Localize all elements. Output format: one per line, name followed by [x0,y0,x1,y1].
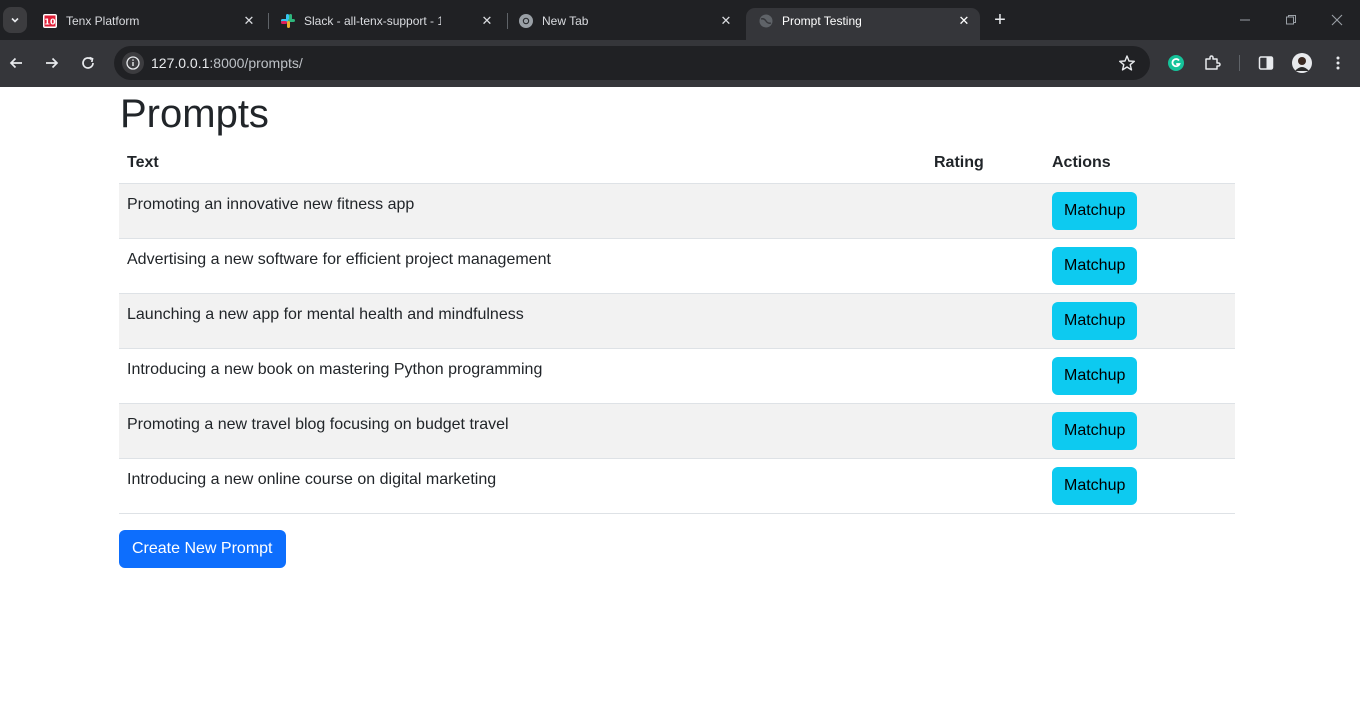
svg-text:10: 10 [44,18,56,27]
minimize-icon[interactable] [1233,8,1257,32]
globe-favicon [758,13,774,29]
table-row: Introducing a new online course on digit… [119,458,1235,514]
prompt-text-cell: Promoting an innovative new fitness app [119,183,926,239]
rating-cell [926,183,1044,239]
matchup-button[interactable]: Matchup [1052,356,1138,395]
matchup-button[interactable]: Matchup [1052,466,1138,505]
matchup-button[interactable]: Matchup [1052,301,1138,340]
page-content: Prompts Text Rating Actions Promoting an… [0,87,1360,718]
column-header-text: Text [119,144,926,184]
prompt-text-cell: Promoting a new travel blog focusing on … [119,403,926,459]
browser-tab-strip: 10 Tenx Platform ✕ Slack - all-tenx-supp… [0,0,1360,40]
column-header-actions: Actions [1044,144,1235,184]
window-close-icon[interactable] [1325,8,1349,32]
extensions-icon[interactable] [1201,52,1223,74]
tab-title: Slack - all-tenx-support - 10 Ac [304,14,441,28]
table-row: Advertising a new software for efficient… [119,238,1235,294]
matchup-button[interactable]: Matchup [1052,191,1138,230]
actions-cell: Matchup [1044,458,1235,514]
actions-cell: Matchup [1044,293,1235,349]
table-row: Launching a new app for mental health an… [119,293,1235,349]
chrome-favicon [518,13,534,29]
tab-prompt-testing[interactable]: Prompt Testing ✕ [746,8,980,40]
tenx-favicon: 10 [42,13,58,29]
site-info-icon[interactable] [122,52,144,74]
close-icon[interactable]: ✕ [955,12,973,30]
rating-cell [926,348,1044,404]
table-row: Promoting an innovative new fitness app … [119,183,1235,239]
table-row: Introducing a new book on mastering Pyth… [119,348,1235,404]
new-tab-button[interactable]: + [990,9,1010,31]
tab-tenx-platform[interactable]: 10 Tenx Platform ✕ [30,6,266,36]
tab-slack[interactable]: Slack - all-tenx-support - 10 Ac ✕ [268,6,504,36]
actions-cell: Matchup [1044,403,1235,459]
prompt-text-cell: Advertising a new software for efficient… [119,238,926,294]
close-icon[interactable]: ✕ [717,12,735,30]
tab-search-button[interactable] [3,7,27,33]
bookmark-star-icon[interactable] [1118,54,1136,72]
matchup-button[interactable]: Matchup [1052,411,1138,450]
grammarly-icon[interactable] [1165,52,1187,74]
table-row: Promoting a new travel blog focusing on … [119,403,1235,459]
rating-cell [926,293,1044,349]
url-path: :8000/prompts/ [209,55,303,71]
page-title: Prompts [120,92,269,136]
toolbar-divider [1239,55,1240,71]
matchup-button[interactable]: Matchup [1052,246,1138,285]
table-header-row: Text Rating Actions [119,144,1235,184]
tab-title: New Tab [542,14,589,28]
prompt-text-cell: Introducing a new book on mastering Pyth… [119,348,926,404]
chevron-down-icon [11,17,19,23]
restore-icon[interactable] [1279,8,1303,32]
address-bar[interactable]: 127.0.0.1:8000/prompts/ [114,46,1150,80]
url-text: 127.0.0.1:8000/prompts/ [151,55,303,71]
column-header-rating: Rating [926,144,1044,184]
reload-icon[interactable] [76,51,100,75]
tab-new-tab[interactable]: New Tab ✕ [506,6,742,36]
actions-cell: Matchup [1044,183,1235,239]
actions-cell: Matchup [1044,238,1235,294]
rating-cell [926,403,1044,459]
actions-cell: Matchup [1044,348,1235,404]
browser-toolbar: 127.0.0.1:8000/prompts/ [0,40,1360,87]
prompts-table: Text Rating Actions Promoting an innovat… [119,144,1235,514]
prompt-text-cell: Launching a new app for mental health an… [119,293,926,349]
menu-kebab-icon[interactable] [1327,52,1349,74]
url-host: 127.0.0.1 [151,55,210,71]
rating-cell [926,458,1044,514]
back-icon[interactable] [4,51,28,75]
side-panel-icon[interactable] [1255,52,1277,74]
tab-title: Tenx Platform [66,14,140,28]
prompt-text-cell: Introducing a new online course on digit… [119,458,926,514]
profile-avatar[interactable] [1291,52,1313,74]
close-icon[interactable]: ✕ [240,12,258,30]
close-icon[interactable]: ✕ [478,12,496,30]
forward-icon[interactable] [40,51,64,75]
slack-favicon [280,13,296,29]
rating-cell [926,238,1044,294]
create-new-prompt-button[interactable]: Create New Prompt [119,530,286,568]
tab-title: Prompt Testing [782,14,862,28]
